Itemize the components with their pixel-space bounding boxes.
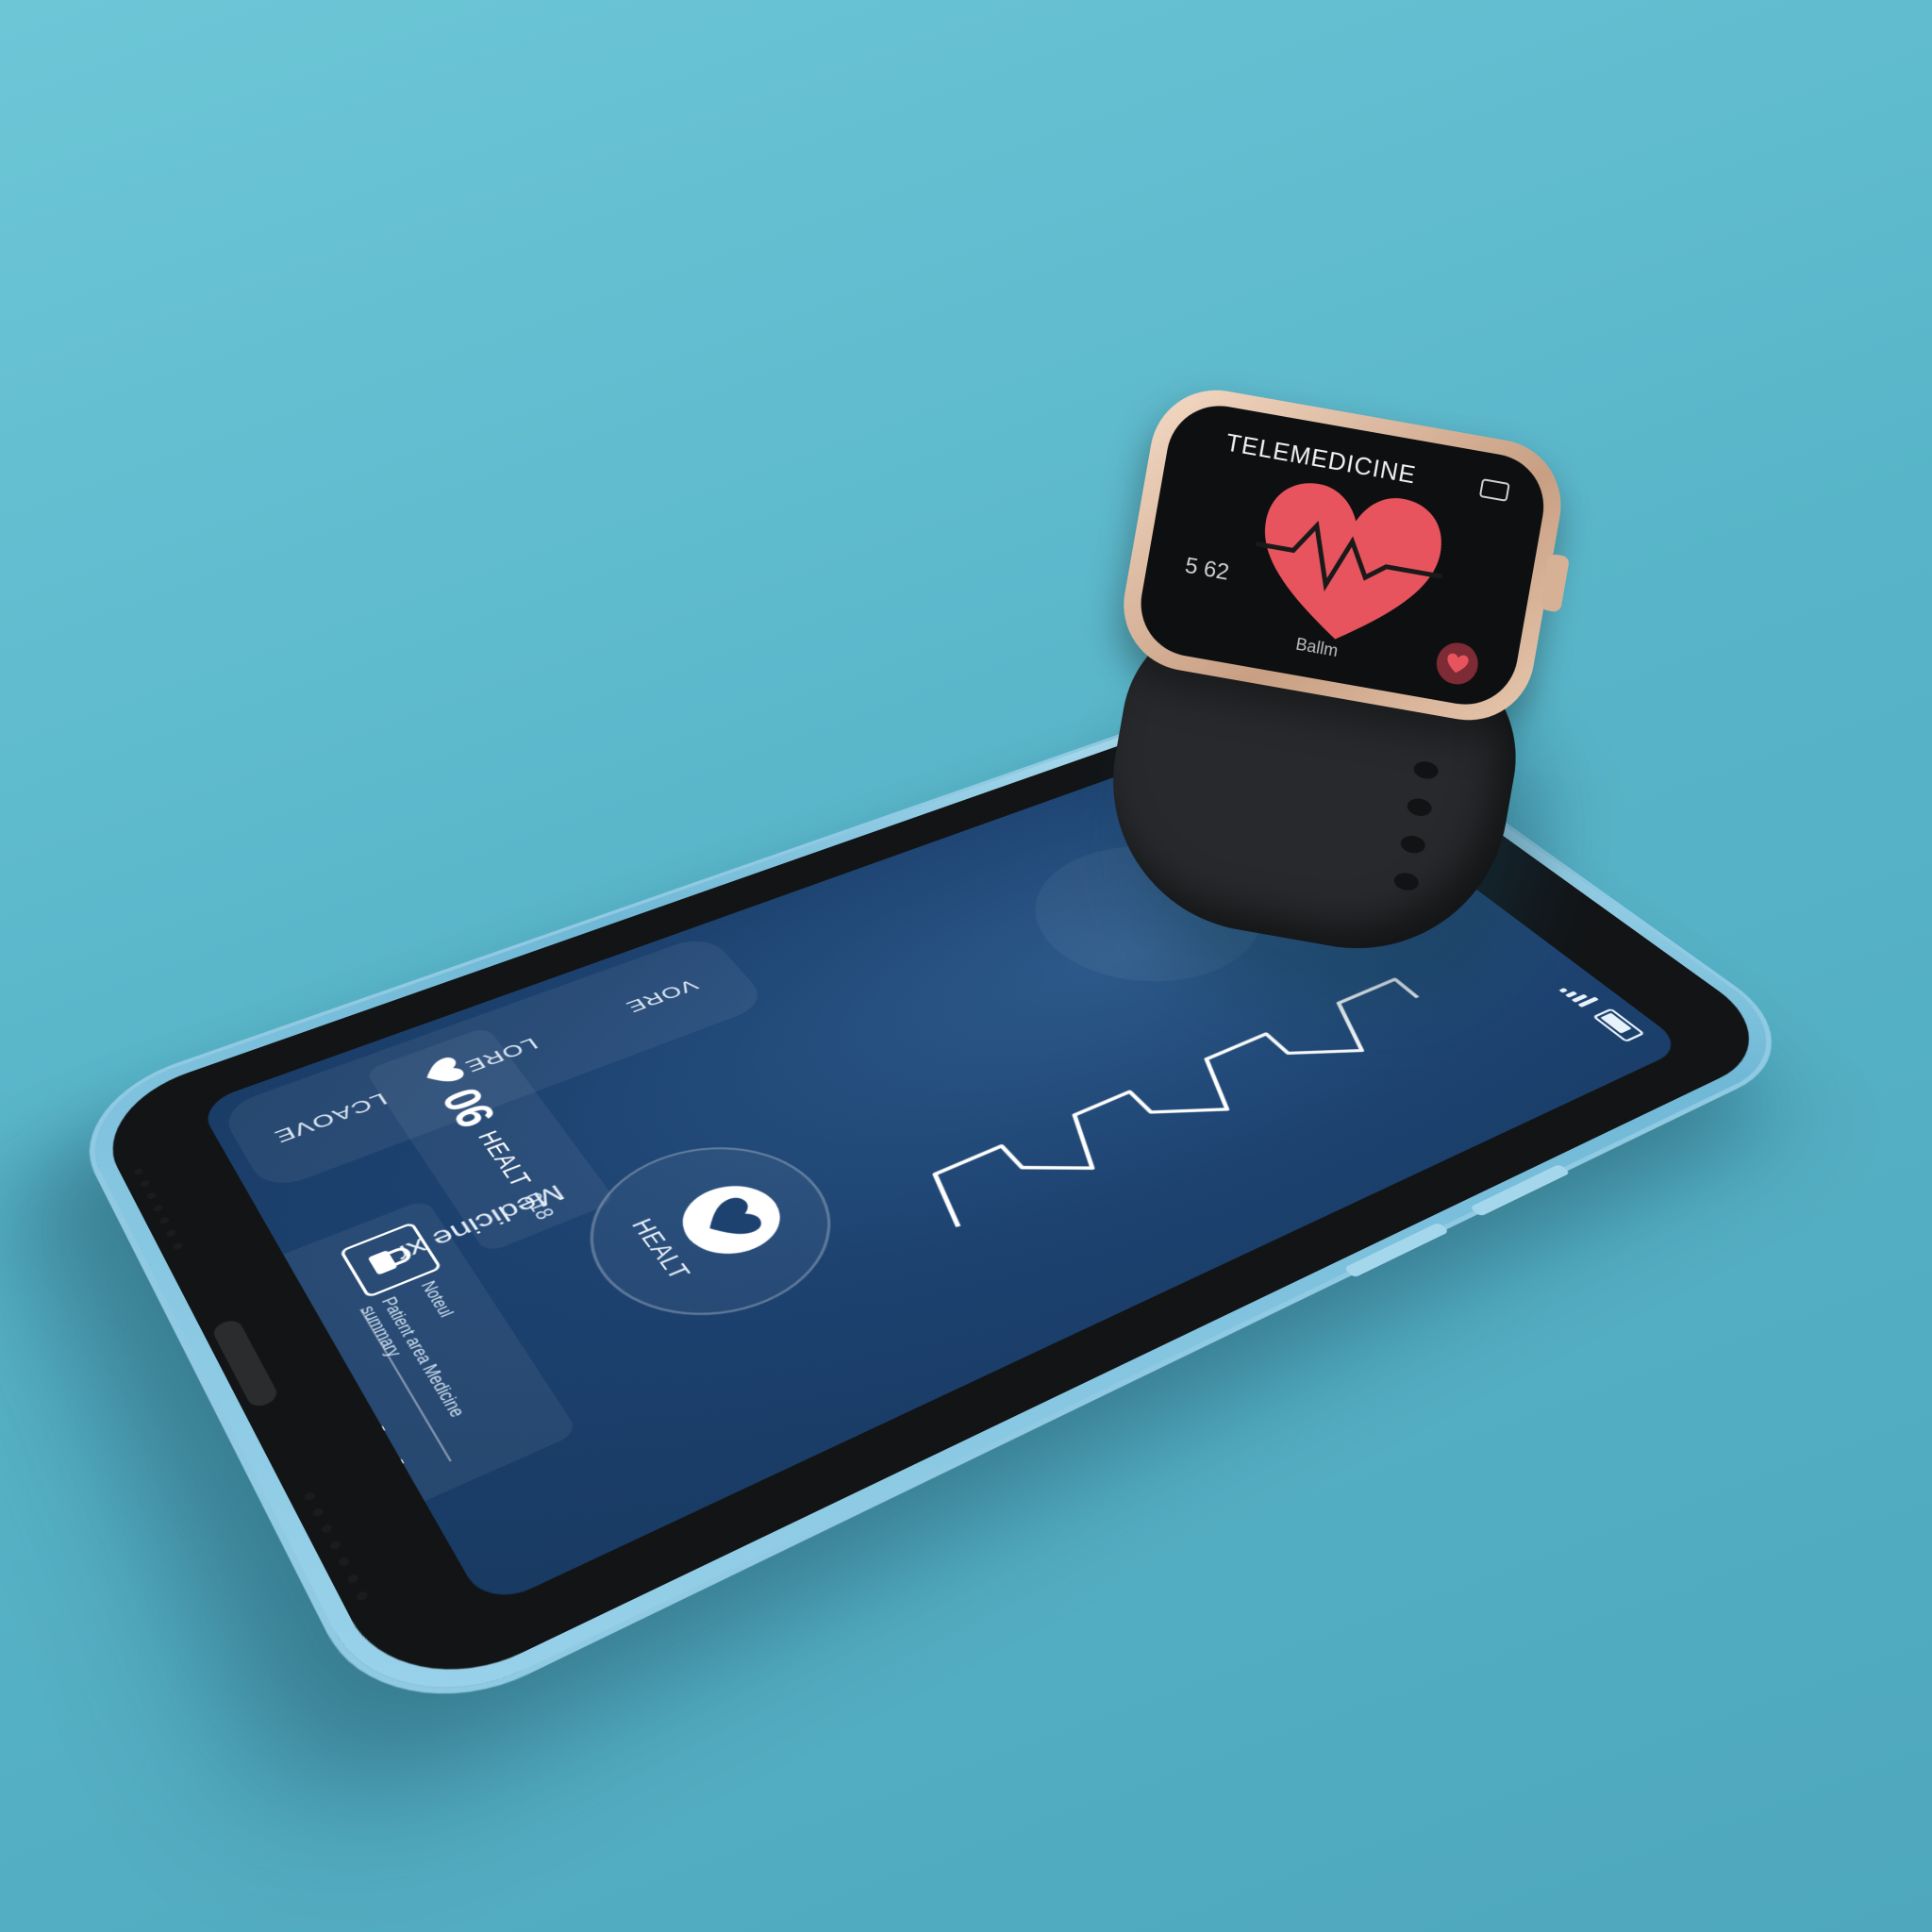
bottom-nav: VORE LORE LCAOVE [218,933,771,1193]
stat-unit: HEALT [472,1126,538,1191]
divider [359,1308,452,1462]
smartwatch: TELEMEDICINE 5 62 Ballm [1052,376,1626,982]
watch-screen[interactable]: TELEMEDICINE 5 62 Ballm [1132,397,1553,713]
status-bar [1558,982,1645,1043]
battery-icon [1591,1008,1645,1043]
lock-icon [339,1222,442,1299]
band-holes [1392,759,1441,892]
medicine-dose: 4+ 1= [345,1415,424,1498]
medicine-note: Noteul [417,1278,458,1321]
health-badge[interactable]: HEALT [550,1118,875,1350]
medicine-card[interactable]: Noteul Patient area Medicine summary 4+ … [231,1198,579,1526]
heart-icon [1433,639,1482,688]
scene: HEALT 06 HEALT 018 Medicine xr Noteul Pa… [0,0,1932,1932]
watch-crown[interactable] [1540,553,1571,613]
stat-extra: 018 [517,1189,559,1224]
nav-item[interactable]: VORE [621,975,702,1016]
stat-value: 06 [429,1081,507,1135]
medicine-detail: Patient area Medicine summary [356,1294,470,1421]
signal-icon [1558,982,1599,1008]
nav-item[interactable]: LORE [460,1034,542,1076]
watch-time: 5 62 [1183,552,1231,586]
heart-icon [1241,483,1456,640]
heart-icon [666,1174,798,1268]
battery-icon [1478,478,1510,502]
ecg-trace [918,979,1441,1226]
medicine-label: Medicine xr [391,1179,570,1268]
